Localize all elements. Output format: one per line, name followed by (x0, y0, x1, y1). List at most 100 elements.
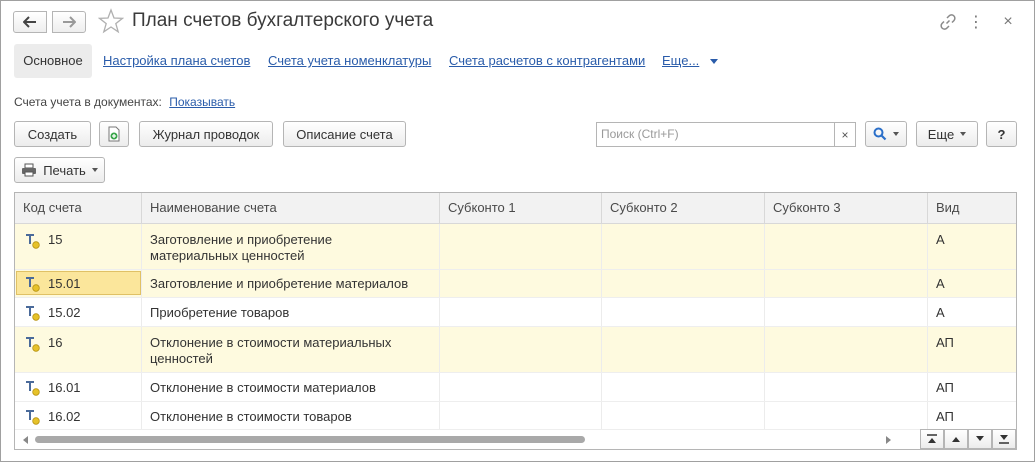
code-cell: 16.02 (15, 402, 142, 429)
subconto-3-cell (765, 327, 928, 372)
account-icon (26, 337, 40, 352)
subconto-3-cell (765, 270, 928, 297)
forward-button[interactable] (52, 11, 86, 33)
account-icon (26, 306, 40, 321)
favorite-star-icon[interactable] (98, 8, 124, 34)
tab-chart-settings[interactable]: Настройка плана счетов (103, 44, 250, 78)
double-up-icon (927, 434, 937, 443)
kind-cell: АП (936, 335, 954, 350)
account-description-button[interactable]: Описание счета (283, 121, 406, 147)
scrollbar-thumb[interactable] (35, 436, 585, 443)
kind-cell: АП (936, 409, 954, 424)
chevron-down-icon (91, 168, 98, 172)
account-icon (26, 277, 40, 292)
code-cell: 15 (15, 224, 142, 269)
arrow-left-icon (23, 16, 36, 28)
table-row[interactable]: 16.01 Отклонение в стоимости материалов … (15, 373, 1016, 402)
name-cell: Приобретение товаров (142, 298, 440, 326)
subconto-2-cell (602, 373, 765, 401)
print-button[interactable]: Печать (14, 157, 105, 183)
scroll-left-icon[interactable] (23, 436, 28, 444)
subconto-2-cell (602, 298, 765, 326)
code-cell: 16.01 (15, 373, 142, 401)
search-button[interactable] (865, 121, 907, 147)
journal-button[interactable]: Журнал проводок (139, 121, 273, 147)
subconto-3-cell (765, 402, 928, 429)
page-title: План счетов бухгалтерского учета (132, 10, 434, 31)
subconto-3-cell (765, 373, 928, 401)
subconto-2-cell (602, 327, 765, 372)
column-header-name[interactable]: Наименование счета (142, 193, 440, 223)
page-up-button[interactable] (944, 429, 968, 449)
copy-button[interactable] (99, 121, 129, 147)
name-cell: Отклонение в стоимости материалов (142, 373, 440, 401)
column-header-subconto-3[interactable]: Субконто 3 (765, 193, 928, 223)
name-cell: Заготовление и приобретение материалов (142, 270, 440, 297)
documents-label: Счета учета в документах: (14, 95, 162, 109)
subconto-2-cell (602, 270, 765, 297)
chevron-down-icon (710, 59, 718, 64)
code-cell: 15.02 (15, 298, 142, 326)
window: План счетов бухгалтерского учета ⋮ × Осн… (0, 0, 1035, 462)
column-header-subconto-1[interactable]: Субконто 1 (440, 193, 602, 223)
tab-main[interactable]: Основное (14, 44, 92, 78)
help-button[interactable]: ? (986, 121, 1017, 147)
table-row[interactable]: 15.01 Заготовление и приобретение матери… (15, 270, 1016, 298)
show-documents-link[interactable]: Показывать (169, 95, 235, 109)
table-row[interactable]: 16.02 Отклонение в стоимости товаров АП (15, 402, 1016, 430)
scroll-to-bottom-button[interactable] (992, 429, 1016, 449)
search-input[interactable]: Поиск (Ctrl+F) (596, 122, 835, 147)
double-down-icon (999, 435, 1009, 444)
subconto-1-cell (440, 327, 602, 372)
arrow-right-icon (63, 16, 76, 28)
create-button[interactable]: Создать (14, 121, 91, 147)
tab-counterparty-accounts[interactable]: Счета расчетов с контрагентами (449, 44, 645, 78)
kind-cell: А (936, 305, 945, 320)
table-row[interactable]: 15 Заготовление и приобретение материаль… (15, 224, 1016, 270)
column-header-subconto-2[interactable]: Субконто 2 (602, 193, 765, 223)
subconto-3-cell (765, 224, 928, 269)
documents-line: Счета учета в документах: Показывать (14, 95, 235, 109)
name-cell: Отклонение в стоимости материальных ценн… (142, 327, 440, 372)
kind-cell: АП (936, 380, 954, 395)
up-arrow-icon (952, 437, 960, 442)
subconto-1-cell (440, 298, 602, 326)
subconto-3-cell (765, 298, 928, 326)
vertical-dots-icon[interactable]: ⋮ (967, 11, 985, 33)
subconto-2-cell (602, 402, 765, 429)
tab-bar: Основное Настройка плана счетов Счета уч… (1, 44, 1034, 78)
code-cell: 16 (15, 327, 142, 372)
kind-cell: А (936, 232, 945, 247)
copy-document-icon (108, 126, 120, 142)
subconto-1-cell (440, 224, 602, 269)
back-button[interactable] (13, 11, 47, 33)
subconto-1-cell (440, 373, 602, 401)
table-row[interactable]: 15.02 Приобретение товаров А (15, 298, 1016, 327)
subconto-1-cell (440, 402, 602, 429)
link-icon[interactable] (937, 11, 959, 33)
tab-nomenclature-accounts[interactable]: Счета учета номенклатуры (268, 44, 431, 78)
down-arrow-icon (976, 436, 984, 441)
table-row[interactable]: 16 Отклонение в стоимости материальных ц… (15, 327, 1016, 373)
print-label: Печать (43, 162, 86, 178)
clear-search-button[interactable]: × (834, 122, 856, 147)
horizontal-scrollbar[interactable] (15, 433, 915, 447)
more-button[interactable]: Еще (916, 121, 978, 147)
column-header-code[interactable]: Код счета (15, 193, 142, 223)
name-cell: Заготовление и приобретение материальных… (142, 224, 440, 269)
kind-cell: А (936, 276, 945, 291)
scroll-right-icon[interactable] (886, 436, 891, 444)
scroll-to-top-button[interactable] (920, 429, 944, 449)
table-header: Код счета Наименование счета Субконто 1 … (15, 193, 1016, 224)
title-bar: План счетов бухгалтерского учета ⋮ × (1, 1, 1034, 41)
printer-icon (22, 163, 37, 177)
page-down-button[interactable] (968, 429, 992, 449)
subconto-1-cell (440, 270, 602, 297)
column-header-kind[interactable]: Вид (928, 193, 1016, 223)
search-icon (873, 127, 887, 141)
tab-more[interactable]: Еще... (662, 44, 699, 78)
code-cell: 15.01 (15, 270, 142, 297)
more-label: Еще (927, 126, 955, 142)
close-icon[interactable]: × (997, 11, 1019, 33)
chevron-down-icon (893, 132, 899, 136)
